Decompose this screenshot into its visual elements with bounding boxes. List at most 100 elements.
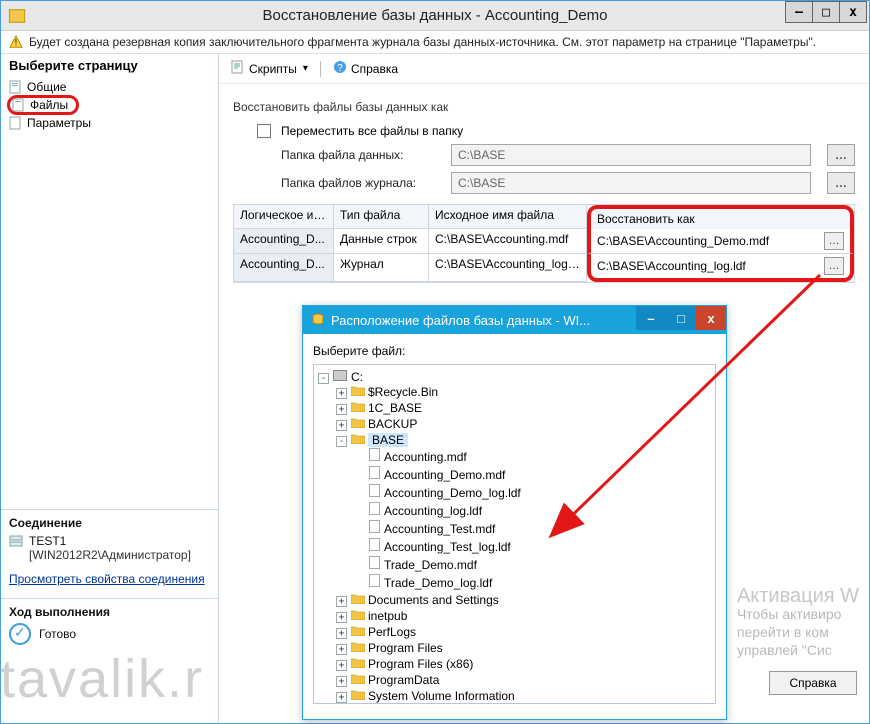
sidebar-item-label: Общие — [27, 80, 66, 94]
progress-check-icon — [9, 623, 31, 645]
dialog-maximize[interactable]: □ — [666, 306, 696, 330]
tree-folder[interactable]: +Program Files — [336, 640, 713, 656]
file-icon — [369, 484, 380, 497]
file-icon — [369, 538, 380, 551]
warning-icon: ! — [9, 35, 23, 49]
log-folder-input[interactable]: C:\BASE — [451, 172, 811, 194]
help-button[interactable]: ? Справка — [329, 58, 402, 79]
svg-text:!: ! — [15, 38, 17, 48]
warning-banner: ! Будет создана резервная копия заключит… — [1, 31, 869, 54]
tree-file[interactable]: Accounting_log.ldf — [354, 501, 713, 519]
file-icon — [369, 448, 380, 461]
dialog-title: Расположение файлов базы данных - WI... — [331, 313, 590, 328]
file-icon — [369, 556, 380, 569]
connection-block: Соединение TEST1 [WIN2012R2\Администрато… — [1, 510, 218, 594]
data-folder-input[interactable]: C:\BASE — [451, 144, 811, 166]
tree-folder[interactable]: +ProgramData — [336, 672, 713, 688]
dialog-minimize[interactable]: – — [636, 306, 666, 330]
tree-folder[interactable]: +BACKUP — [336, 416, 713, 432]
data-folder-browse[interactable]: … — [827, 144, 855, 166]
close-button[interactable]: x — [839, 1, 867, 23]
page-icon — [12, 98, 26, 112]
tree-drive[interactable]: -C: +$Recycle.Bin+1C_BASE+BACKUP-BASEAcc… — [318, 369, 713, 704]
restore-browse-button[interactable]: … — [824, 232, 844, 250]
progress-header: Ход выполнения — [9, 605, 210, 619]
tree-folder[interactable]: +$Recycle.Bin — [336, 384, 713, 400]
dialog-close[interactable]: x — [696, 306, 726, 330]
tree-folder[interactable]: +Program Files (x86) — [336, 656, 713, 672]
view-connection-link[interactable]: Просмотреть свойства соединения — [9, 572, 205, 586]
file-location-dialog: Расположение файлов базы данных - WI... … — [302, 305, 727, 720]
folder-icon — [351, 657, 365, 668]
restore-browse-button[interactable]: … — [824, 257, 844, 275]
progress-block: Ход выполнения Готово — [1, 599, 218, 653]
help-label: Справка — [351, 62, 398, 76]
restore-grid: Логическое им... Тип файла Исходное имя … — [233, 204, 855, 283]
col-logical[interactable]: Логическое им... — [234, 205, 334, 229]
tree-file[interactable]: Accounting_Demo_log.ldf — [354, 483, 713, 501]
folder-tree[interactable]: -C: +$Recycle.Bin+1C_BASE+BACKUP-BASEAcc… — [313, 364, 716, 704]
log-folder-browse[interactable]: … — [827, 172, 855, 194]
sidebar-header: Выберите страницу — [1, 54, 218, 77]
connection-header: Соединение — [9, 516, 210, 530]
tree-folder[interactable]: +System Volume Information — [336, 688, 713, 704]
page-icon — [9, 116, 23, 130]
connection-server: TEST1 — [29, 534, 191, 548]
maximize-button[interactable]: □ — [812, 1, 840, 23]
folder-icon — [351, 401, 365, 412]
page-icon — [9, 80, 23, 94]
sidebar-item-label: Файлы — [30, 98, 68, 112]
scripts-label: Скрипты — [249, 62, 297, 76]
folder-icon — [351, 673, 365, 684]
tree-folder[interactable]: +PerfLogs — [336, 624, 713, 640]
col-filetype[interactable]: Тип файла — [334, 205, 429, 229]
svg-text:?: ? — [337, 63, 343, 74]
folder-icon — [351, 593, 365, 604]
drive-icon — [333, 370, 347, 381]
titlebar: Восстановление базы данных - Accounting_… — [1, 1, 869, 31]
tree-file[interactable]: Accounting_Demo.mdf — [354, 465, 713, 483]
sidebar-item-general[interactable]: Общие — [7, 79, 212, 95]
select-file-label: Выберите файл: — [313, 344, 716, 358]
sidebar-item-files[interactable]: Файлы — [7, 95, 79, 115]
folder-open-icon — [351, 433, 365, 444]
tree-file[interactable]: Accounting.mdf — [354, 447, 713, 465]
tree-file[interactable]: Trade_Demo_log.ldf — [354, 573, 713, 591]
tree-folder[interactable]: +1C_BASE — [336, 400, 713, 416]
progress-status: Готово — [39, 627, 76, 641]
window-title: Восстановление базы данных - Accounting_… — [1, 7, 869, 24]
table-row[interactable]: Accounting_D... Журнал C:\BASE\Accountin… — [234, 254, 854, 282]
section-title: Восстановить файлы базы данных как — [233, 100, 855, 114]
server-icon — [9, 534, 23, 551]
site-watermark: tavalik.r — [0, 648, 204, 710]
tree-file[interactable]: Trade_Demo.mdf — [354, 555, 713, 573]
dialog-titlebar: Расположение файлов базы данных - WI... … — [303, 306, 726, 334]
help-button-footer[interactable]: Справка — [769, 671, 857, 695]
folder-icon — [351, 417, 365, 428]
move-all-checkbox[interactable] — [257, 124, 271, 138]
table-row[interactable]: Accounting_D... Данные строк C:\BASE\Acc… — [234, 229, 854, 254]
tree-file[interactable]: Accounting_Test.mdf — [354, 519, 713, 537]
tree-folder-base[interactable]: -BASEAccounting.mdfAccounting_Demo.mdfAc… — [336, 432, 713, 592]
tree-file[interactable]: Accounting_Test_log.ldf — [354, 537, 713, 555]
col-original[interactable]: Исходное имя файла — [429, 205, 587, 229]
col-restore-as[interactable]: Восстановить как — [587, 205, 854, 229]
activation-watermark: Активация W Чтобы активиро перейти в ком… — [737, 587, 859, 659]
script-icon — [231, 60, 245, 77]
help-icon: ? — [333, 60, 347, 77]
chevron-down-icon: ▾ — [303, 63, 308, 74]
file-icon — [369, 574, 380, 587]
dialog-icon — [311, 312, 325, 329]
tree-folder[interactable]: +inetpub — [336, 608, 713, 624]
folder-icon — [351, 689, 365, 700]
data-folder-label: Папка файла данных: — [281, 148, 441, 162]
folder-icon — [351, 385, 365, 396]
minimize-button[interactable]: – — [785, 1, 813, 23]
warning-text: Будет создана резервная копия заключител… — [29, 35, 816, 49]
sidebar-item-options[interactable]: Параметры — [7, 115, 212, 131]
scripts-button[interactable]: Скрипты ▾ — [227, 58, 312, 79]
connection-user: [WIN2012R2\Администратор] — [29, 548, 191, 562]
sidebar-item-label: Параметры — [27, 116, 91, 130]
log-folder-label: Папка файлов журнала: — [281, 176, 441, 190]
tree-folder[interactable]: +Documents and Settings — [336, 592, 713, 608]
